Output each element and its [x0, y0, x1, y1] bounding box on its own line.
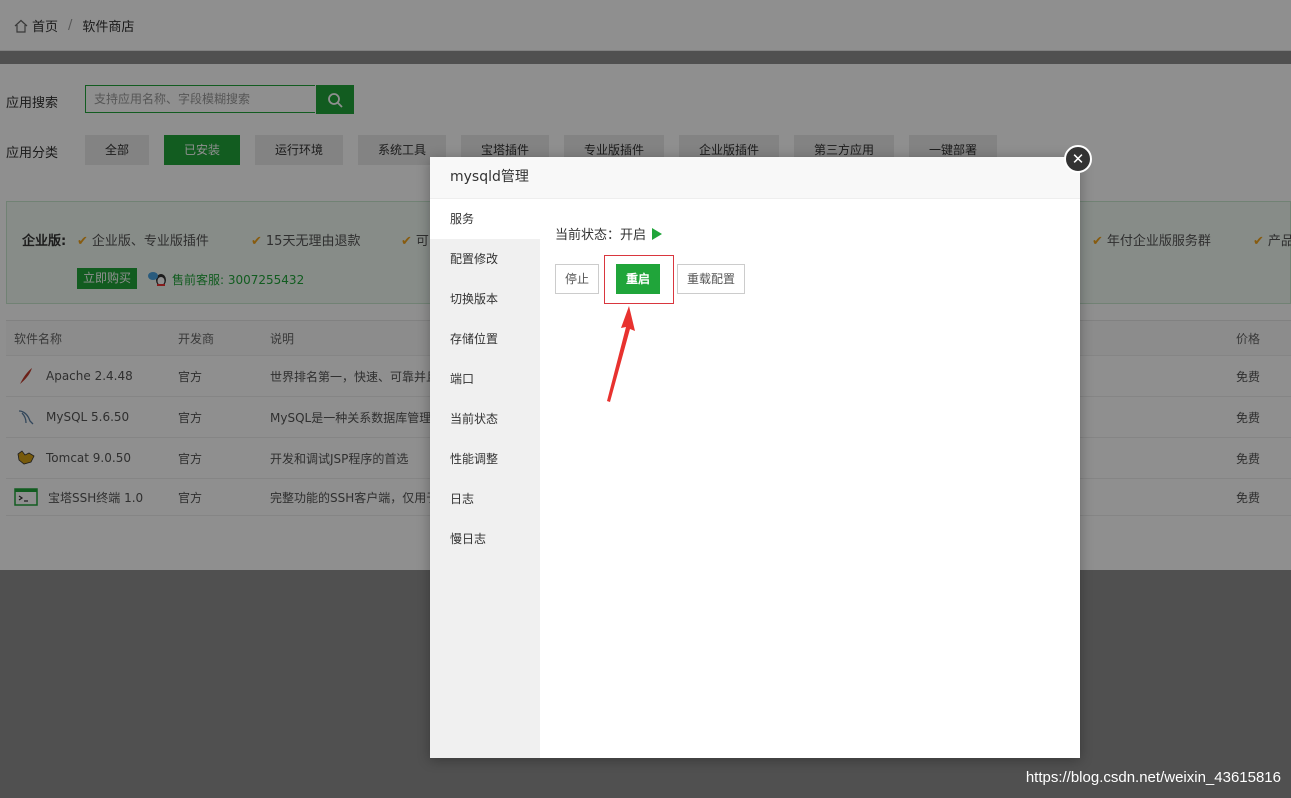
tab-current-status[interactable]: 当前状态 — [430, 399, 540, 439]
tab-log[interactable]: 日志 — [430, 479, 540, 519]
tab-service[interactable]: 服务 — [430, 199, 540, 239]
dialog-sidebar: 服务 配置修改 切换版本 存储位置 端口 当前状态 性能调整 日志 慢日志 — [430, 199, 540, 758]
tab-config-edit[interactable]: 配置修改 — [430, 239, 540, 279]
watermark: https://blog.csdn.net/weixin_43615816 — [1025, 769, 1281, 786]
play-icon — [652, 227, 663, 240]
tab-slow-log[interactable]: 慢日志 — [430, 519, 540, 559]
highlight-box — [604, 255, 674, 304]
status-text: 当前状态：开启 — [555, 228, 647, 243]
tab-storage-location[interactable]: 存储位置 — [430, 319, 540, 359]
service-status: 当前状态：开启 — [555, 224, 663, 243]
tab-port[interactable]: 端口 — [430, 359, 540, 399]
stop-button[interactable]: 停止 — [555, 264, 600, 294]
tab-switch-version[interactable]: 切换版本 — [430, 279, 540, 319]
mysqld-manager-dialog: mysqld管理 服务 配置修改 切换版本 存储位置 端口 当前状态 性能调整 … — [430, 157, 1080, 758]
tab-performance[interactable]: 性能调整 — [430, 439, 540, 479]
close-icon[interactable]: ✕ — [1064, 145, 1092, 173]
red-arrow-annotation — [607, 306, 635, 402]
dialog-title: mysqld管理 — [430, 157, 1080, 199]
reload-config-button[interactable]: 重载配置 — [677, 264, 746, 294]
